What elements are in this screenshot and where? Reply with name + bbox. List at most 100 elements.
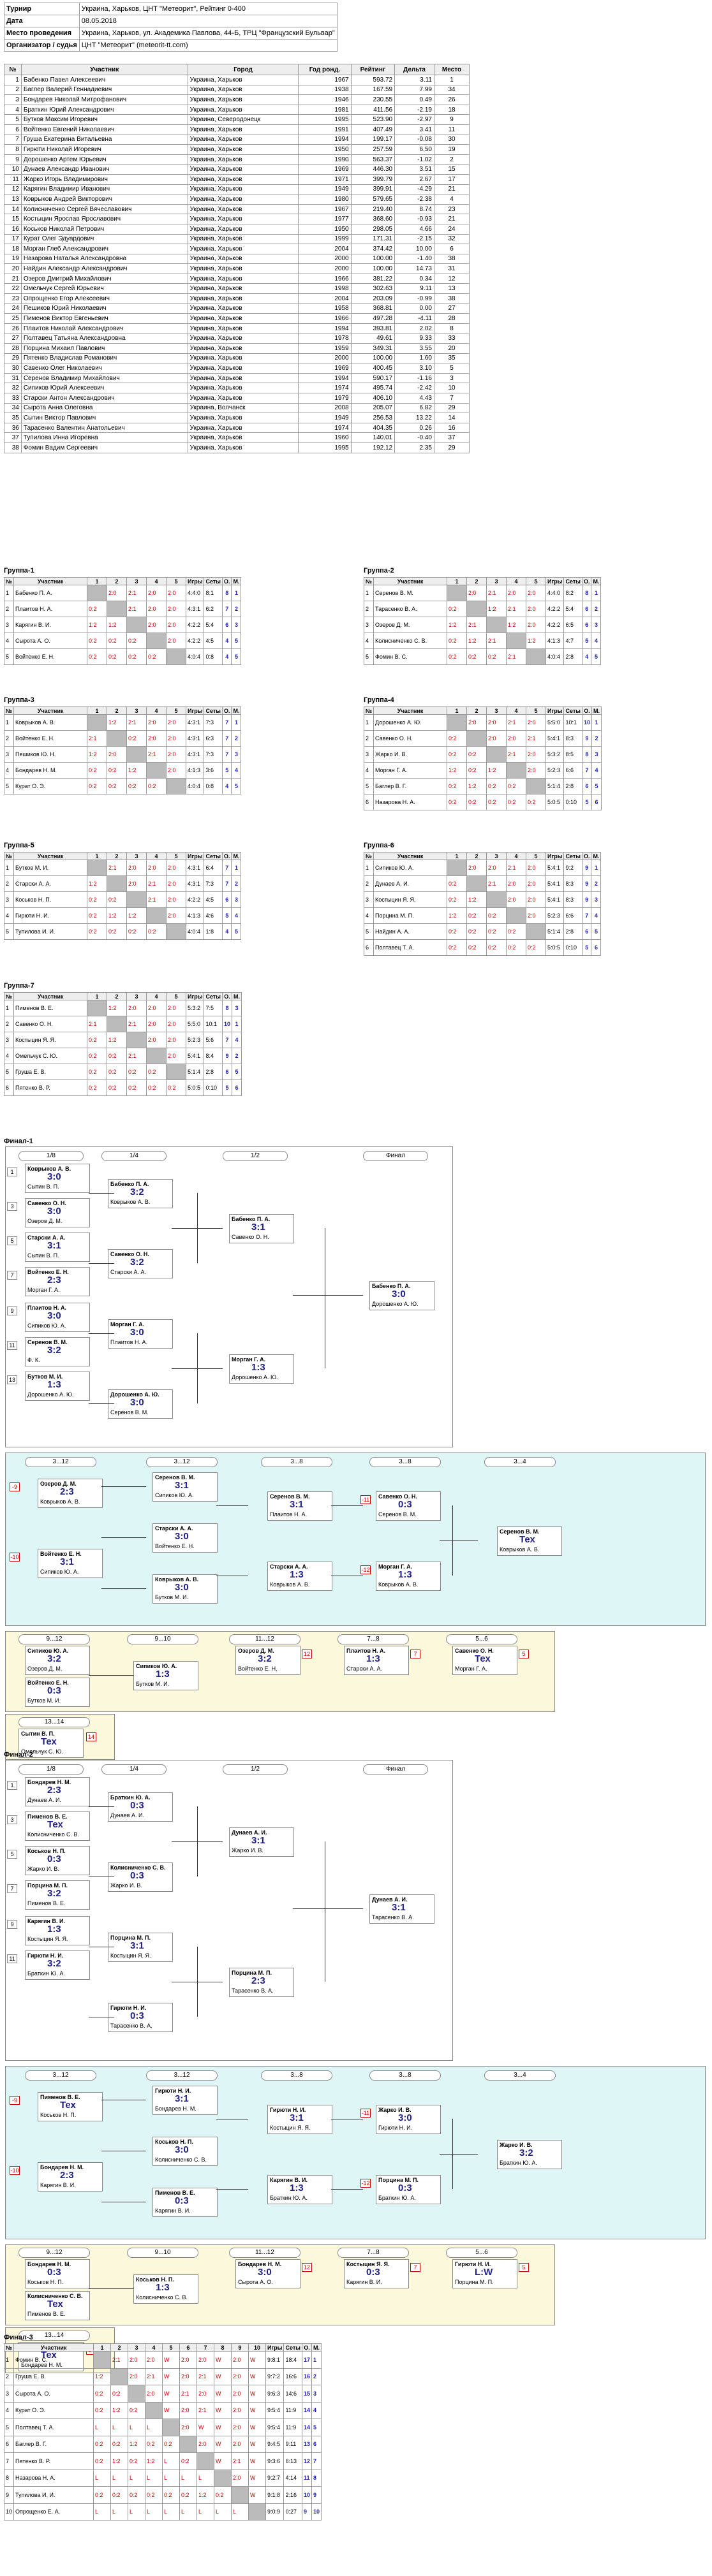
group-header-cell: 1 xyxy=(447,706,468,715)
seed-box: 9 xyxy=(7,1920,17,1929)
group-cell: 0:2 xyxy=(87,633,108,649)
final3-cell xyxy=(214,2469,232,2487)
participant-cell: Украина, Харьков xyxy=(187,124,299,135)
participant-cell: 29 xyxy=(434,402,470,414)
final3-cell: 14 xyxy=(301,2419,312,2436)
seed-box: 13 xyxy=(7,1375,17,1384)
group-cell: 5:2:3 xyxy=(545,907,565,924)
group-cell: 4:3:1 xyxy=(186,875,205,892)
participant-cell: 17 xyxy=(434,173,470,185)
group-cell: 3 xyxy=(231,746,242,763)
group-cell: 7 xyxy=(221,875,232,892)
match-player-b: Жарко И. В. xyxy=(232,1847,263,1854)
round-header: 3...4 xyxy=(484,1457,556,1467)
final3-cell: 13 xyxy=(301,2435,312,2453)
final3-row: 7 Пятенко В. Р. 0:2 1:2 0:2 1:2 L 0:2 W 2:1 W 9:3:6… xyxy=(3,2452,322,2470)
group-cell: 0:10 xyxy=(204,1079,223,1096)
group-cell: 4:2:2 xyxy=(186,633,205,649)
match-score: 3:0 xyxy=(130,1397,144,1408)
group-cell: 10 xyxy=(221,1016,232,1032)
final3-cell: 2 xyxy=(311,2367,322,2385)
group-cell: 3 xyxy=(231,1000,242,1016)
final3-cell: W xyxy=(197,2419,215,2436)
final3-cell: 16 xyxy=(301,2367,312,2385)
match-player-b: Тарасенко В. А. xyxy=(110,2023,152,2029)
participant-cell: 14.73 xyxy=(394,263,434,274)
bracket-match: Бабенко П. А. 3:0 Дорошенко А. Ю. xyxy=(369,1281,434,1310)
participant-cell: 1994 xyxy=(298,323,352,334)
participant-row: 17 Курат Олег Эдуардович Украина, Харьков 1… xyxy=(4,233,470,245)
group-cell: 1:2 xyxy=(466,891,487,908)
participant-cell: Украина, Харьков xyxy=(187,164,299,175)
participant-cell: 28 xyxy=(4,343,22,354)
group-header-cell: № xyxy=(3,852,15,860)
participant-cell: 1999 xyxy=(298,233,352,245)
group-cell: 0:2 xyxy=(447,875,468,892)
final3-cell: 0:2 xyxy=(110,2435,129,2453)
group-cell xyxy=(146,1048,167,1064)
participant-cell: 12 xyxy=(4,184,22,195)
participant-row: 25 Пименов Виктор Евгеньевич Украина, Харь… xyxy=(4,313,470,324)
final3-cell: 14 xyxy=(301,2401,312,2419)
match-score: 1:3 xyxy=(290,1569,304,1580)
final3-cell xyxy=(145,2401,163,2419)
group-cell: 1:2 xyxy=(107,1032,128,1048)
participant-cell: Омельчук Сергей Юрьевич xyxy=(20,283,188,295)
group-cell: 2:1 xyxy=(146,891,167,908)
group-cell: 2:1 xyxy=(107,860,128,876)
group-cell: 2:0 xyxy=(486,730,507,747)
participant-cell: 393.81 xyxy=(350,323,396,334)
participant-cell: 15 xyxy=(4,214,22,224)
participant-cell: 203.09 xyxy=(350,293,396,304)
group-row: 2 Савенко О. Н. 0:2 2:0 2:0 2:1 5:4:1 8:3 9 2 xyxy=(363,730,602,747)
participant-row: 14 Колисниченко Сергей Вячеславович Украин… xyxy=(4,203,470,215)
group-cell xyxy=(107,875,128,892)
match-score: 0:3 xyxy=(130,1870,144,1881)
participant-cell: Украина, Харьков xyxy=(187,244,299,254)
group-header-cell: Игры xyxy=(186,577,205,585)
seed-box: -11 xyxy=(360,1495,371,1504)
participant-cell: Полтавец Татьяна Александровна xyxy=(20,333,188,344)
info-row: Место проведения Украина, Харьков, ул. Ак… xyxy=(4,27,337,40)
match-player-b: Браткин Ю. А. xyxy=(270,2195,308,2201)
participant-cell: 1959 xyxy=(298,343,352,354)
group-header-cell: 1 xyxy=(87,852,108,860)
participant-cell: 25 xyxy=(4,313,22,324)
participant-cell: Украина, Харьков xyxy=(187,94,299,105)
participant-cell: 3.41 xyxy=(394,124,434,135)
group-cell: 3 xyxy=(3,891,15,908)
group-cell: 4 xyxy=(3,907,15,924)
participant-row: 32 Сипиков Юрий Алексеевич Украина, Харько… xyxy=(4,383,470,393)
group-cell: 0:8 xyxy=(204,778,223,794)
match-player-b: Старски А. А. xyxy=(346,1665,383,1672)
final3-cell: W xyxy=(162,2351,181,2369)
participant-cell: Украина, Харьков xyxy=(187,353,299,364)
participant-cell: 32 xyxy=(4,383,22,393)
participant-cell: Пятенко Владислав Романович xyxy=(20,353,188,364)
match-player-b: Старски А. А. xyxy=(110,1269,147,1275)
final3-cell xyxy=(110,2367,129,2385)
group-cell: Курат О. Э. xyxy=(13,778,88,794)
group-header-cell: 2 xyxy=(107,992,128,1000)
group-cell: 0:2 xyxy=(506,778,527,794)
group-header-cell: Сеты xyxy=(563,852,582,860)
bracket-match: Порцина М. П. 3:1 Костыцин Я. Я. xyxy=(108,1933,173,1962)
participant-row: 24 Пешиков Юрий Николаевич Украина, Харько… xyxy=(4,303,470,314)
final3-cell: 1 xyxy=(3,2351,15,2369)
final3-cell: W xyxy=(162,2367,181,2385)
match-score: 3:0 xyxy=(47,1206,61,1217)
match-player-b: Карягин В. И. xyxy=(155,2207,191,2214)
group-cell: 2:1 xyxy=(87,1016,108,1032)
group-cell: 2:0 xyxy=(506,875,527,892)
participant-cell: 1981 xyxy=(298,104,352,115)
group-cell: 3 xyxy=(591,617,602,633)
final3-cell: Фомин В. С. xyxy=(13,2351,94,2369)
group-cell: 1 xyxy=(3,860,15,876)
final3-row: 4 Курат О. Э. 0:2 1:2 0:2 W 2:0 2:1 W 2:0 W 9:5:4 11… xyxy=(3,2401,322,2419)
participant-cell: Украина, Харьков xyxy=(187,383,299,393)
group-title: Группа-2 xyxy=(364,567,394,574)
group-cell: 9 xyxy=(581,875,592,892)
group-cell: 9 xyxy=(581,891,592,908)
group-cell: 0:2 xyxy=(87,601,108,617)
group-cell: 5 xyxy=(581,633,592,649)
